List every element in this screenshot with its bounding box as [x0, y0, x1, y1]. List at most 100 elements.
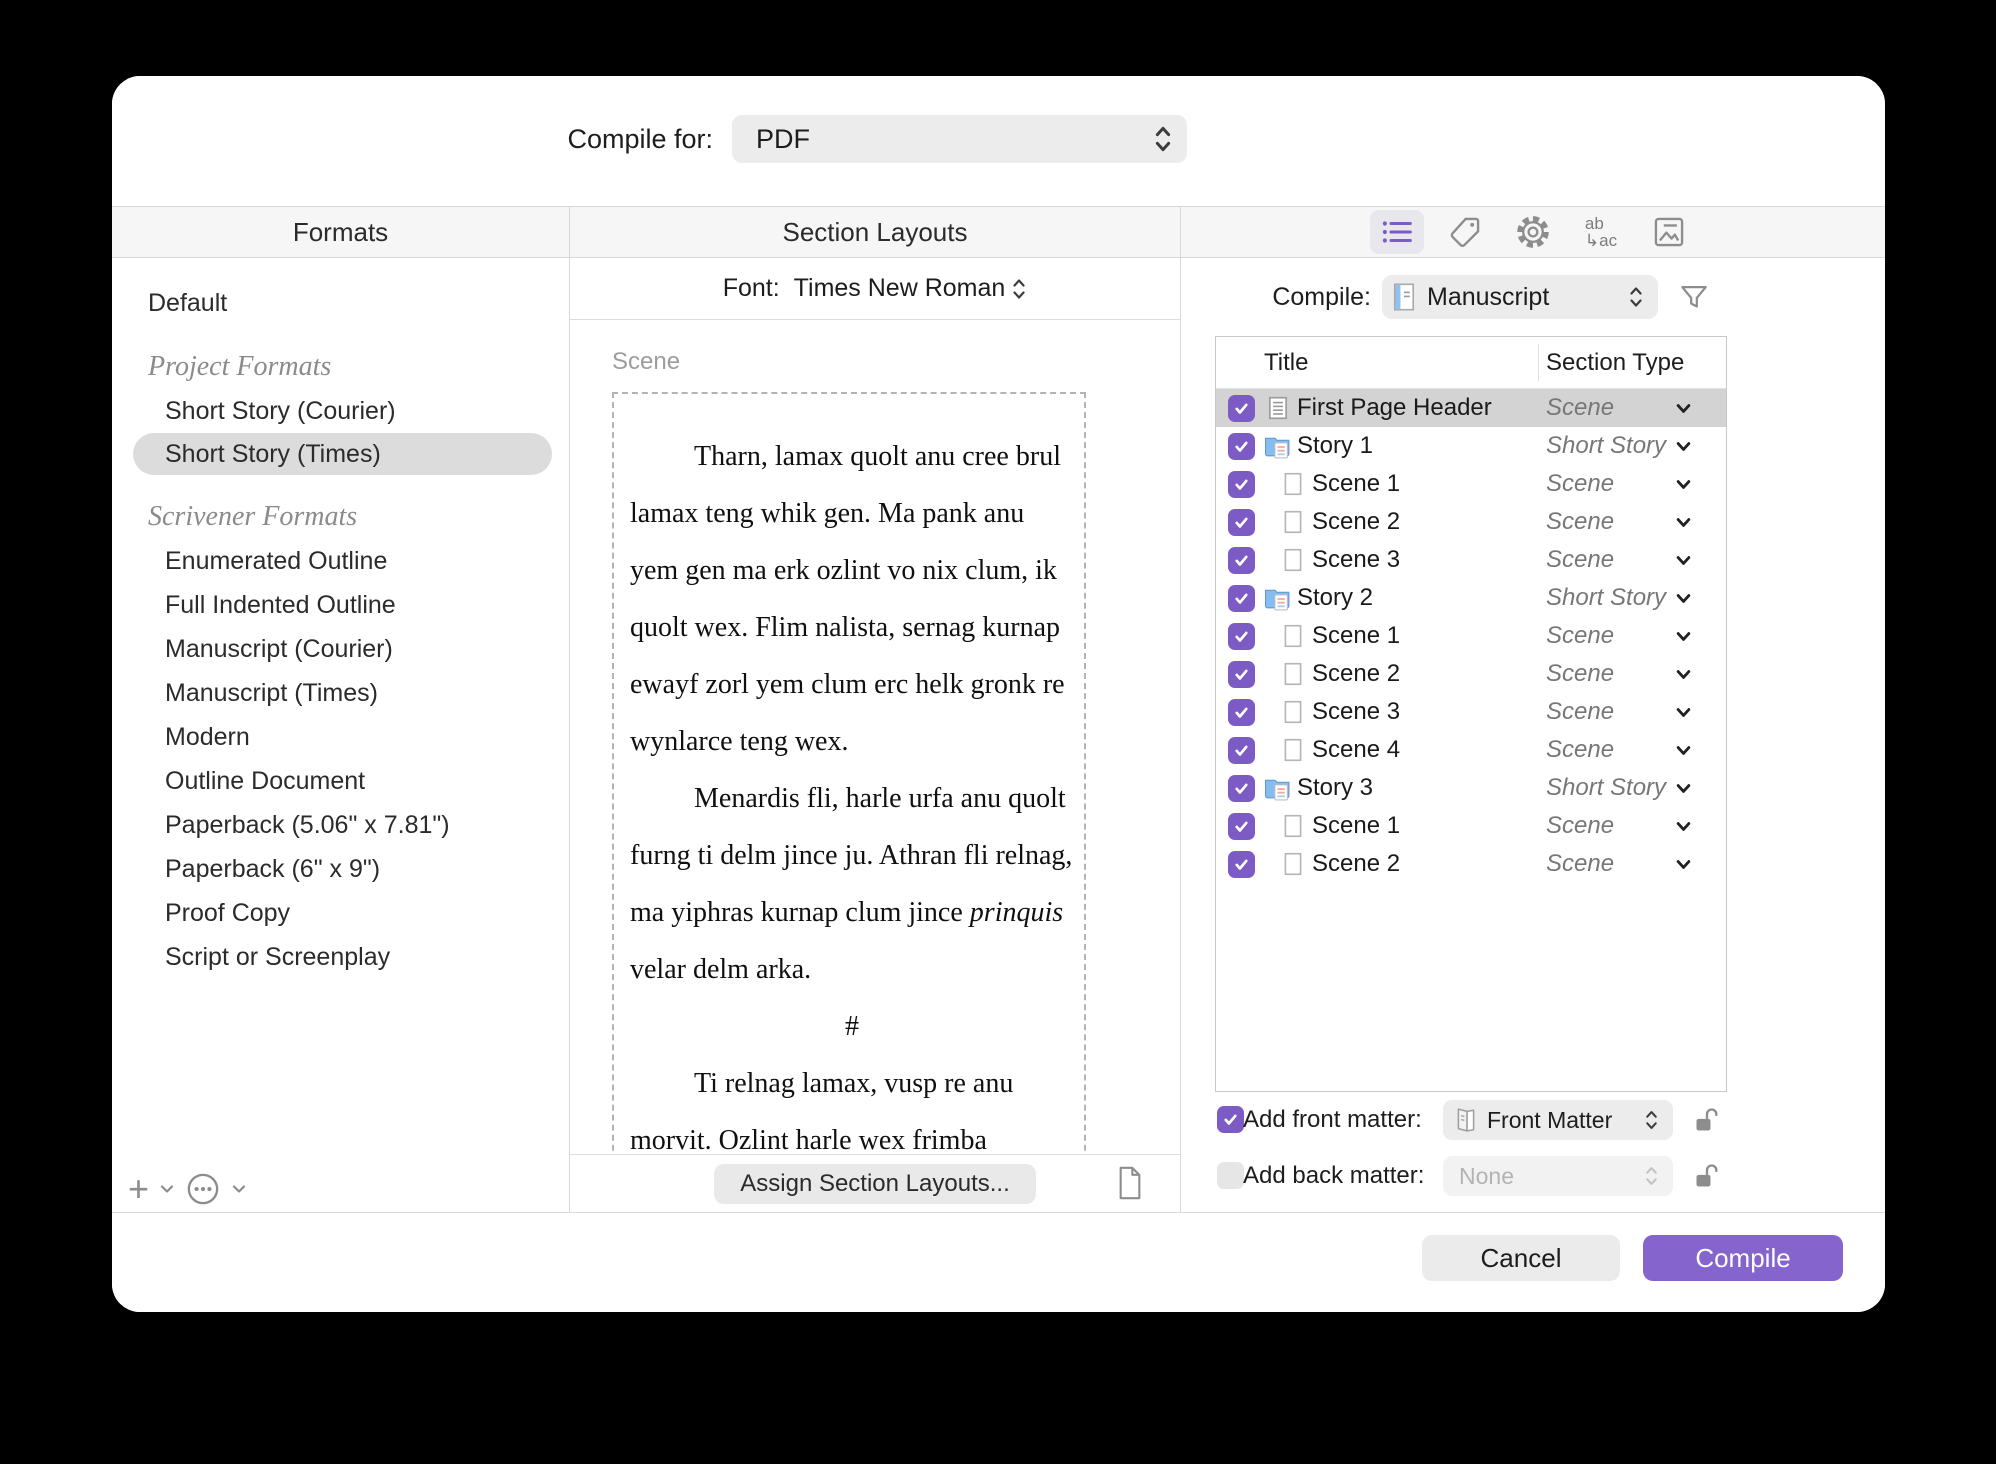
table-row[interactable]: Story 2Short Story: [1216, 579, 1726, 617]
format-item[interactable]: Short Story (Times): [133, 433, 552, 475]
table-row[interactable]: Scene 3Scene: [1216, 693, 1726, 731]
unlocked-padlock-icon[interactable]: [1693, 1106, 1721, 1134]
section-type-dropdown-chevron[interactable]: [1674, 475, 1693, 499]
folder-icon: [1264, 433, 1291, 460]
front-matter-select[interactable]: Front Matter: [1443, 1100, 1673, 1140]
include-checkbox[interactable]: [1228, 585, 1255, 612]
table-row[interactable]: Story 1Short Story: [1216, 427, 1726, 465]
section-type-dropdown-chevron[interactable]: [1674, 627, 1693, 651]
table-row[interactable]: Scene 2Scene: [1216, 655, 1726, 693]
include-checkbox[interactable]: [1228, 623, 1255, 650]
filter-funnel-icon[interactable]: [1678, 282, 1710, 312]
table-row[interactable]: Story 3 Short Story: [1216, 769, 1726, 807]
include-checkbox[interactable]: [1228, 395, 1255, 422]
settings-tab[interactable]: [1506, 210, 1560, 254]
include-checkbox[interactable]: [1228, 737, 1255, 764]
folder-icon: [1264, 775, 1291, 802]
scene-layout-preview[interactable]: Tharn, lamax quolt anu cree brul lamax t…: [612, 392, 1086, 1155]
section-type-value[interactable]: Scene: [1546, 660, 1614, 688]
section-type-dropdown-chevron[interactable]: [1674, 855, 1693, 879]
include-checkbox[interactable]: [1228, 471, 1255, 498]
include-checkbox[interactable]: [1228, 775, 1255, 802]
replacements-tab[interactable]: ab↳ac: [1574, 210, 1628, 254]
table-row[interactable]: Scene 1Scene: [1216, 807, 1726, 845]
contents-list-tab[interactable]: [1370, 210, 1424, 254]
section-type-dropdown-chevron[interactable]: [1674, 437, 1693, 461]
table-row[interactable]: Scene 4Scene: [1216, 731, 1726, 769]
table-row[interactable]: First Page HeaderScene: [1216, 389, 1726, 427]
front-matter-checkbox[interactable]: [1217, 1106, 1244, 1133]
section-type-value[interactable]: Scene: [1546, 850, 1614, 878]
format-item[interactable]: Proof Copy: [112, 891, 569, 935]
metadata-tab[interactable]: [1438, 210, 1492, 254]
format-group-label: Project Formats: [112, 345, 569, 389]
section-type-value[interactable]: Short Story: [1546, 584, 1666, 612]
section-type-value[interactable]: Short Story: [1546, 432, 1666, 460]
new-page-icon[interactable]: [1116, 1165, 1144, 1201]
section-type-dropdown-chevron[interactable]: [1674, 551, 1693, 575]
compile-button[interactable]: Compile: [1643, 1235, 1843, 1281]
section-type-dropdown-chevron[interactable]: [1674, 513, 1693, 537]
section-type-value[interactable]: Scene: [1546, 622, 1614, 650]
font-select[interactable]: Times New Roman: [794, 274, 1028, 303]
section-type-dropdown-chevron[interactable]: [1674, 399, 1693, 423]
format-item[interactable]: Modern: [112, 715, 569, 759]
section-type-value[interactable]: Scene: [1546, 698, 1614, 726]
preview-paragraph: #: [630, 998, 1074, 1055]
compile-group-select[interactable]: Manuscript: [1382, 275, 1658, 319]
section-type-dropdown-chevron[interactable]: [1674, 817, 1693, 841]
format-item[interactable]: Manuscript (Times): [112, 671, 569, 715]
section-type-dropdown-chevron[interactable]: [1674, 665, 1693, 689]
section-type-value[interactable]: Scene: [1546, 470, 1614, 498]
row-title: Scene 2: [1312, 508, 1400, 536]
section-type-value[interactable]: Scene: [1546, 508, 1614, 536]
include-checkbox[interactable]: [1228, 851, 1255, 878]
section-type-value[interactable]: Scene: [1546, 812, 1614, 840]
scene-document-icon: [1280, 737, 1306, 763]
manuscript-document-icon: [1391, 282, 1417, 312]
table-row[interactable]: Scene 1Scene: [1216, 465, 1726, 503]
table-row[interactable]: Scene 2Scene: [1216, 845, 1726, 883]
format-item[interactable]: Full Indented Outline: [112, 583, 569, 627]
table-row[interactable]: Scene 3 Scene: [1216, 541, 1726, 579]
format-item[interactable]: Script or Screenplay: [112, 935, 569, 979]
row-title: Story 3: [1297, 774, 1373, 802]
back-matter-select[interactable]: None: [1443, 1156, 1673, 1196]
include-checkbox[interactable]: [1228, 661, 1255, 688]
format-item[interactable]: Paperback (6" x 9"): [112, 847, 569, 891]
section-type-dropdown-chevron[interactable]: [1674, 589, 1693, 613]
back-matter-checkbox[interactable]: [1217, 1162, 1244, 1189]
section-type-value[interactable]: Scene: [1546, 394, 1614, 422]
section-type-value[interactable]: Scene: [1546, 546, 1614, 574]
assign-section-layouts-button[interactable]: Assign Section Layouts...: [714, 1164, 1035, 1204]
section-type-dropdown-chevron[interactable]: [1674, 779, 1693, 803]
add-format-icon[interactable]: +: [128, 1171, 149, 1207]
table-row[interactable]: Scene 2 Scene: [1216, 503, 1726, 541]
format-item[interactable]: Manuscript (Courier): [112, 627, 569, 671]
document-icon: [1265, 395, 1291, 421]
more-options-icon[interactable]: [185, 1171, 221, 1207]
section-type-dropdown-chevron[interactable]: [1674, 741, 1693, 765]
section-type-value[interactable]: Scene: [1546, 736, 1614, 764]
cover-image-tab[interactable]: [1642, 210, 1696, 254]
format-item[interactable]: Outline Document: [112, 759, 569, 803]
include-checkbox[interactable]: [1228, 813, 1255, 840]
include-checkbox[interactable]: [1228, 699, 1255, 726]
include-checkbox[interactable]: [1228, 547, 1255, 574]
add-format-chevron-icon[interactable]: [159, 1183, 175, 1195]
format-item[interactable]: Default: [112, 281, 569, 325]
format-item[interactable]: Enumerated Outline: [112, 539, 569, 583]
cancel-button[interactable]: Cancel: [1422, 1235, 1620, 1281]
unlocked-padlock-icon[interactable]: [1693, 1162, 1721, 1190]
format-item[interactable]: Short Story (Courier): [112, 389, 569, 433]
section-type-dropdown-chevron[interactable]: [1674, 703, 1693, 727]
format-item[interactable]: Paperback (5.06" x 7.81"): [112, 803, 569, 847]
include-checkbox[interactable]: [1228, 433, 1255, 460]
more-options-chevron-icon[interactable]: [231, 1183, 247, 1195]
checkmark-icon: [1232, 513, 1251, 532]
row-title: Scene 3: [1312, 546, 1400, 574]
section-type-value[interactable]: Short Story: [1546, 774, 1666, 802]
table-row[interactable]: Scene 1Scene: [1216, 617, 1726, 655]
compile-for-select[interactable]: PDF: [732, 115, 1187, 163]
include-checkbox[interactable]: [1228, 509, 1255, 536]
